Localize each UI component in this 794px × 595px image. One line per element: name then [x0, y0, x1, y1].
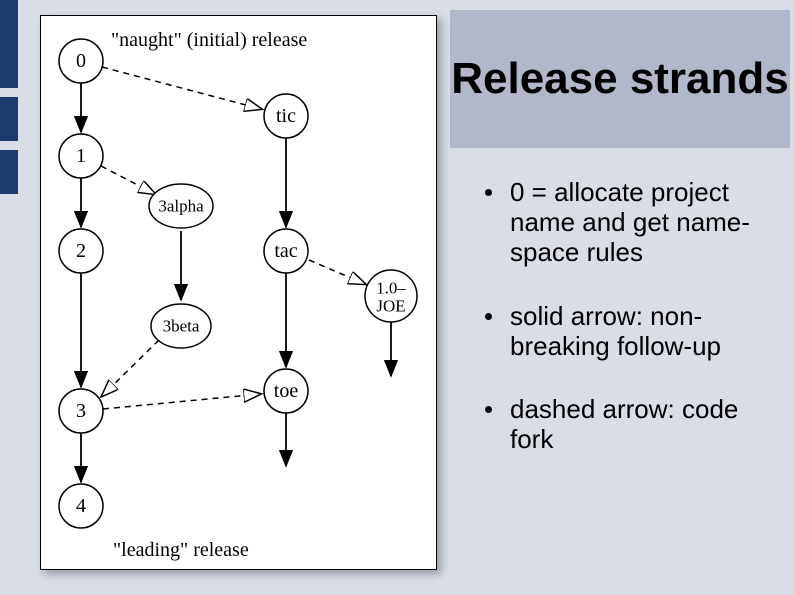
- node-3-label: 3: [76, 400, 86, 422]
- node-toe-label: toe: [274, 380, 299, 402]
- bullet-text: 0 = allocate project name and get name-s…: [510, 178, 785, 268]
- bullet-icon: [485, 406, 492, 413]
- decor-bar-3: [0, 150, 18, 194]
- diagram-container: "naught" (initial) release "leading" rel…: [40, 15, 437, 570]
- bullet-icon: [485, 189, 492, 196]
- node-tic-label: tic: [276, 105, 296, 127]
- decor-bar-1: [0, 0, 18, 88]
- decor-bar-2: [0, 97, 18, 141]
- title-block: Release strands: [450, 10, 790, 148]
- bullet-icon: [485, 313, 492, 320]
- bullet-item: solid arrow: non-breaking follow-up: [485, 302, 785, 362]
- bullet-list: 0 = allocate project name and get name-s…: [485, 178, 785, 489]
- bullet-text: solid arrow: non-breaking follow-up: [510, 302, 785, 362]
- node-joe-label2: JOE: [376, 297, 405, 316]
- caption-bottom: "leading" release: [113, 539, 249, 561]
- node-3beta-label: 3beta: [163, 317, 200, 336]
- bullet-text: dashed arrow: code fork: [510, 395, 785, 455]
- node-3alpha-label: 3alpha: [158, 197, 204, 216]
- release-diagram: "naught" (initial) release "leading" rel…: [41, 16, 436, 569]
- node-1-label: 1: [76, 145, 86, 167]
- node-0-label: 0: [76, 50, 86, 72]
- node-4-label: 4: [76, 495, 86, 517]
- node-2-label: 2: [76, 240, 86, 262]
- bullet-item: dashed arrow: code fork: [485, 395, 785, 455]
- bullet-item: 0 = allocate project name and get name-s…: [485, 178, 785, 268]
- slide-title: Release strands: [451, 56, 789, 102]
- caption-top: "naught" (initial) release: [111, 29, 307, 51]
- node-joe-label1: 1.0–: [376, 279, 406, 298]
- node-tac-label: tac: [274, 240, 297, 262]
